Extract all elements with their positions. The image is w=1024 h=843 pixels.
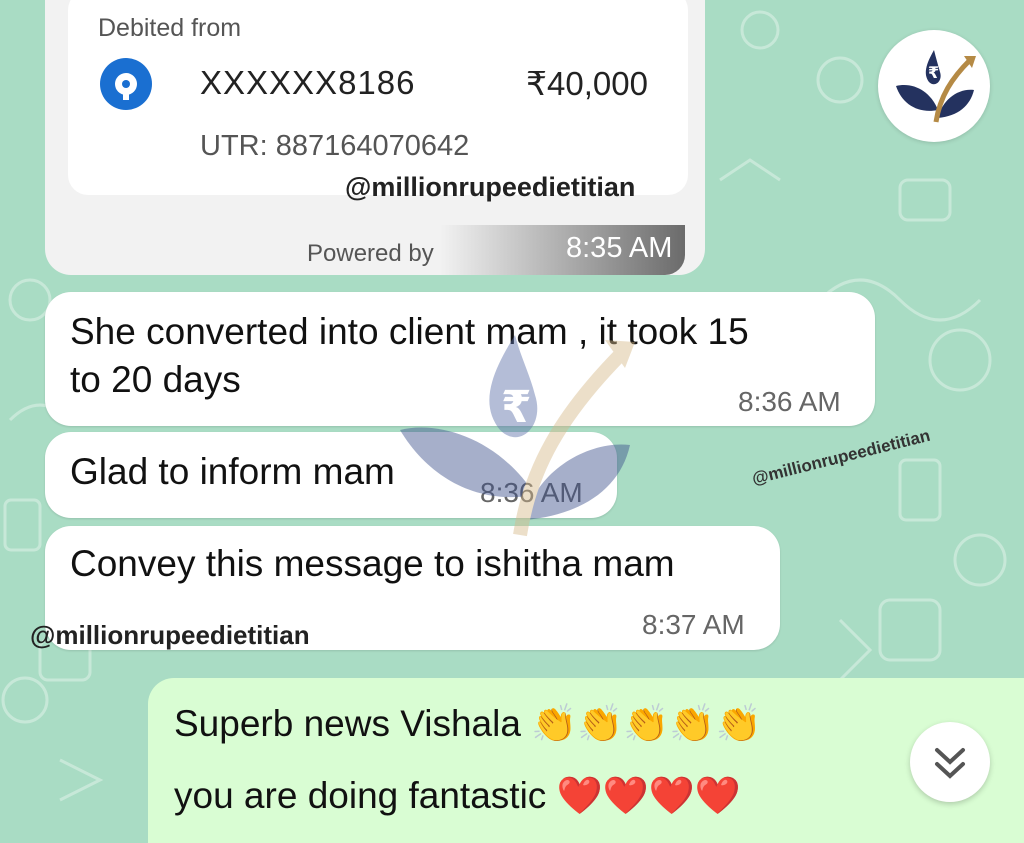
message-text-line2: to 20 days — [70, 359, 241, 400]
watermark-top: @millionrupeedietitian — [345, 172, 636, 202]
bank-logo-icon — [100, 58, 152, 110]
message-time: 8:36 AM — [738, 386, 841, 417]
scroll-to-bottom-button[interactable] — [910, 722, 990, 802]
powered-by-label: Powered by — [307, 240, 434, 267]
double-chevron-down-icon — [935, 748, 965, 779]
account-number: XXXXXX8186 — [200, 64, 416, 101]
brand-logo: ₹ — [878, 30, 990, 142]
reply-line1-text: Superb news Vishala — [174, 703, 521, 744]
heart-emoji-icon: ❤️❤️❤️❤️ — [556, 774, 741, 817]
payment-amount: ₹40,000 — [526, 65, 648, 102]
payment-time: 8:35 AM — [566, 232, 673, 264]
center-logo-watermark: ₹ — [400, 335, 635, 537]
reply-text-line1: Superb news Vishala 👏👏👏👏👏 — [174, 702, 762, 746]
reply-text-line2: you are doing fantastic ❤️❤️❤️❤️ — [174, 774, 741, 818]
watermark-bottom-left: @millionrupeedietitian — [30, 620, 310, 650]
rupee-leaf-logo-icon: ₹ — [896, 50, 976, 123]
debited-from-label: Debited from — [98, 14, 242, 42]
reply-line2-text: you are doing fantastic — [174, 775, 547, 816]
svg-text:₹: ₹ — [928, 63, 939, 82]
clap-emoji-icon: 👏👏👏👏👏 — [531, 702, 762, 745]
message-text: Glad to inform mam — [70, 451, 395, 492]
message-time: 8:37 AM — [642, 609, 745, 640]
utr-number: UTR: 887164070642 — [200, 130, 470, 162]
svg-text:₹: ₹ — [501, 382, 532, 433]
